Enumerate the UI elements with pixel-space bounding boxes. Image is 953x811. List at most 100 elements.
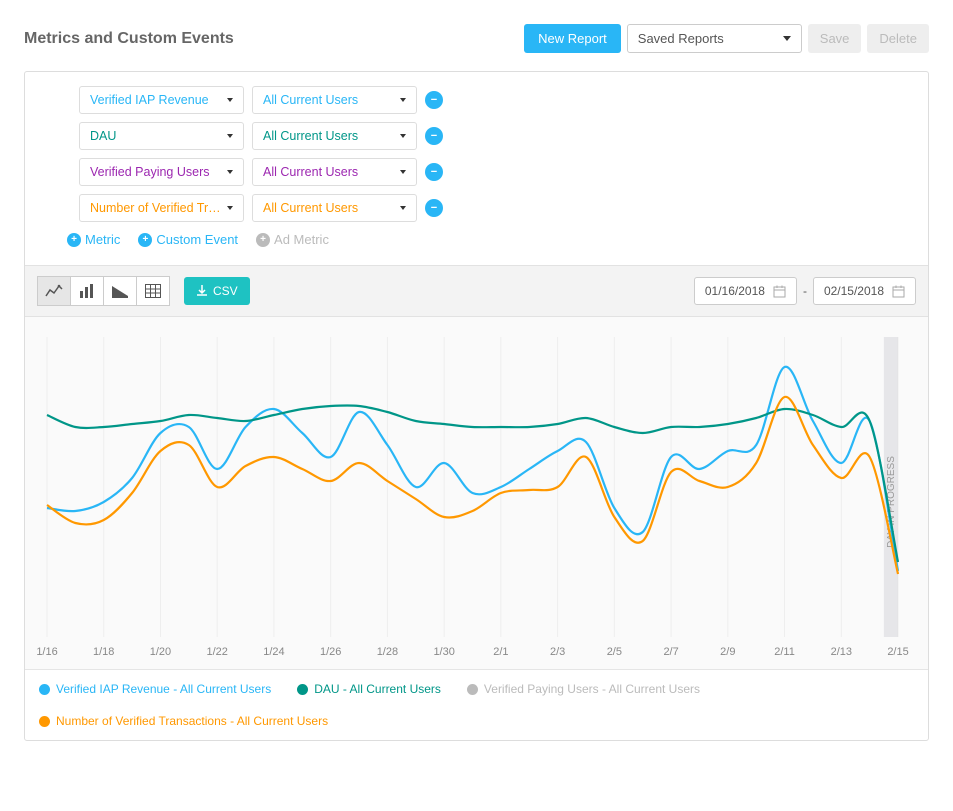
legend-item[interactable]: Verified IAP Revenue - All Current Users	[39, 682, 271, 696]
add-ad-metric-label: Ad Metric	[274, 232, 329, 247]
chevron-down-icon	[227, 98, 233, 102]
svg-text:2/7: 2/7	[663, 646, 678, 658]
filter-row: Number of Verified Trans… All Current Us…	[79, 194, 874, 222]
users-select[interactable]: All Current Users	[252, 86, 417, 114]
legend-dot-icon	[467, 684, 478, 695]
chevron-down-icon	[400, 170, 406, 174]
legend-dot-icon	[39, 716, 50, 727]
legend-item[interactable]: Number of Verified Transactions - All Cu…	[39, 714, 328, 728]
svg-text:2/13: 2/13	[831, 646, 852, 658]
chevron-down-icon	[783, 36, 791, 41]
svg-text:1/26: 1/26	[320, 646, 341, 658]
add-metric-label: Metric	[85, 232, 120, 247]
save-button[interactable]: Save	[808, 24, 862, 53]
new-report-button[interactable]: New Report	[524, 24, 621, 53]
metric-select[interactable]: Number of Verified Trans…	[79, 194, 244, 222]
plus-icon: +	[67, 233, 81, 247]
remove-filter-button[interactable]: −	[425, 199, 443, 217]
date-to-label: 02/15/2018	[824, 284, 884, 298]
chevron-down-icon	[400, 206, 406, 210]
bar-chart-icon	[78, 283, 96, 299]
svg-text:1/20: 1/20	[150, 646, 171, 658]
date-range: 01/16/2018 - 02/15/2018	[694, 277, 916, 305]
line-chart-button[interactable]	[37, 276, 71, 306]
users-select[interactable]: All Current Users	[252, 194, 417, 222]
users-select[interactable]: All Current Users	[252, 158, 417, 186]
svg-text:1/22: 1/22	[207, 646, 228, 658]
header-actions: New Report Saved Reports Save Delete	[524, 24, 929, 53]
chevron-down-icon	[227, 206, 233, 210]
delete-button[interactable]: Delete	[867, 24, 929, 53]
chevron-down-icon	[400, 134, 406, 138]
legend-dot-icon	[297, 684, 308, 695]
svg-text:2/1: 2/1	[493, 646, 508, 658]
area-chart-icon	[111, 283, 129, 299]
csv-label: CSV	[213, 284, 238, 298]
date-separator: -	[803, 284, 807, 298]
add-metric-link[interactable]: + Metric	[67, 232, 120, 247]
chevron-down-icon	[227, 170, 233, 174]
table-button[interactable]	[136, 276, 170, 306]
svg-text:2/9: 2/9	[720, 646, 735, 658]
svg-text:2/5: 2/5	[607, 646, 622, 658]
add-ad-metric-link: + Ad Metric	[256, 232, 329, 247]
chevron-down-icon	[227, 134, 233, 138]
saved-reports-dropdown[interactable]: Saved Reports	[627, 24, 802, 53]
page-header: Metrics and Custom Events New Report Sav…	[24, 24, 929, 53]
metric-select[interactable]: Verified Paying Users	[79, 158, 244, 186]
svg-text:2/3: 2/3	[550, 646, 565, 658]
svg-text:1/18: 1/18	[93, 646, 114, 658]
metric-label: Verified IAP Revenue	[90, 93, 209, 107]
minus-icon: −	[431, 166, 437, 178]
users-label: All Current Users	[263, 165, 358, 179]
minus-icon: −	[431, 94, 437, 106]
svg-text:2/15: 2/15	[887, 646, 908, 658]
minus-icon: −	[431, 130, 437, 142]
legend-item[interactable]: DAU - All Current Users	[297, 682, 441, 696]
metric-label: Number of Verified Trans…	[90, 201, 225, 215]
date-from-label: 01/16/2018	[705, 284, 765, 298]
users-label: All Current Users	[263, 129, 358, 143]
svg-text:2/11: 2/11	[774, 646, 795, 658]
add-custom-event-label: Custom Event	[156, 232, 238, 247]
line-chart: 1/161/181/201/221/241/261/281/302/12/32/…	[37, 329, 916, 669]
export-csv-button[interactable]: CSV	[184, 277, 250, 305]
plus-icon: +	[138, 233, 152, 247]
svg-text:1/28: 1/28	[377, 646, 398, 658]
remove-filter-button[interactable]: −	[425, 91, 443, 109]
bar-chart-button[interactable]	[70, 276, 104, 306]
legend-label: Number of Verified Transactions - All Cu…	[56, 714, 328, 728]
remove-filter-button[interactable]: −	[425, 163, 443, 181]
chart-toolbar: CSV 01/16/2018 - 02/15/2018	[25, 265, 928, 317]
remove-filter-button[interactable]: −	[425, 127, 443, 145]
add-custom-event-link[interactable]: + Custom Event	[138, 232, 238, 247]
main-panel: Verified IAP Revenue All Current Users −…	[24, 71, 929, 741]
date-from-input[interactable]: 01/16/2018	[694, 277, 797, 305]
legend-label: Verified IAP Revenue - All Current Users	[56, 682, 271, 696]
calendar-icon	[773, 285, 786, 298]
download-icon	[196, 285, 208, 297]
saved-reports-label: Saved Reports	[638, 31, 724, 46]
line-chart-icon	[45, 283, 63, 299]
filter-row: Verified Paying Users All Current Users …	[79, 158, 874, 186]
legend-item[interactable]: Verified Paying Users - All Current User…	[467, 682, 700, 696]
filter-row: DAU All Current Users −	[79, 122, 874, 150]
add-links-row: + Metric + Custom Event + Ad Metric	[67, 232, 874, 247]
users-select[interactable]: All Current Users	[252, 122, 417, 150]
metric-label: DAU	[90, 129, 116, 143]
area-chart-button[interactable]	[103, 276, 137, 306]
svg-text:1/30: 1/30	[433, 646, 454, 658]
svg-text:1/16: 1/16	[37, 646, 58, 658]
chart-area: 1/161/181/201/221/241/261/281/302/12/32/…	[25, 317, 928, 669]
legend-label: Verified Paying Users - All Current User…	[484, 682, 700, 696]
plus-icon: +	[256, 233, 270, 247]
legend-label: DAU - All Current Users	[314, 682, 441, 696]
users-label: All Current Users	[263, 201, 358, 215]
date-to-input[interactable]: 02/15/2018	[813, 277, 916, 305]
toolbar-left: CSV	[37, 276, 250, 306]
metric-select[interactable]: Verified IAP Revenue	[79, 86, 244, 114]
filters-area: Verified IAP Revenue All Current Users −…	[25, 72, 928, 265]
metric-select[interactable]: DAU	[79, 122, 244, 150]
chevron-down-icon	[400, 98, 406, 102]
metric-label: Verified Paying Users	[90, 165, 210, 179]
